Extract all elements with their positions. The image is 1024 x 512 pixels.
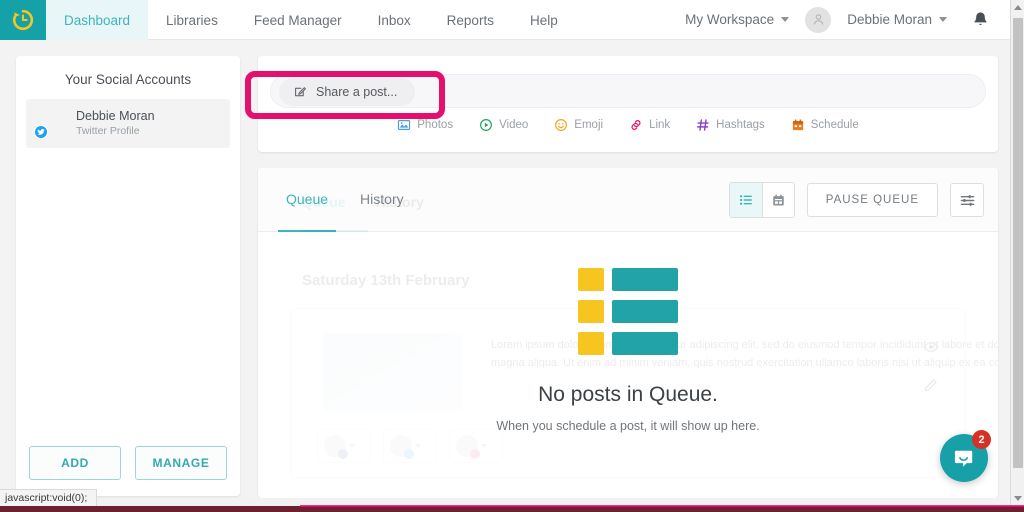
composer-input[interactable]: Share a post... [270,74,986,108]
account-name: Debbie Moran [76,109,155,123]
empty-icon-row [578,331,678,355]
nav-right-group: My Workspace Debbie Moran [675,0,1010,39]
chevron-down-icon [939,17,947,22]
nav-item-inbox[interactable]: Inbox [360,0,429,40]
social-account-item[interactable]: Debbie Moran Twitter Profile [26,99,230,148]
user-menu-dropdown[interactable]: Debbie Moran [799,6,957,33]
composer-tool-photos[interactable]: Photos [397,118,453,132]
top-navigation-bar: Dashboard Libraries Feed Manager Inbox R… [0,0,1010,40]
app-root: Dashboard Libraries Feed Manager Inbox R… [0,0,1010,498]
nav-item-feed-manager[interactable]: Feed Manager [236,0,360,40]
notifications-button[interactable] [957,10,994,29]
empty-icon-bar [612,299,678,323]
browser-status-bar: javascript:void(0); [0,489,98,506]
empty-icon-row [578,267,678,291]
empty-icon-bar [612,331,678,355]
nav-item-help[interactable]: Help [512,0,576,40]
composer-card: Share a post... Photos Video Emoji Link … [258,56,998,152]
workspace-label: My Workspace [685,12,775,27]
empty-icon-square [578,331,604,355]
social-accounts-panel: Your Social Accounts Debbie Moran Twitte… [16,56,240,496]
tool-label: Photos [417,119,454,131]
empty-state-list-icon [578,267,678,355]
user-name-label: Debbie Moran [847,12,932,27]
share-a-post-button[interactable]: Share a post... [279,78,416,106]
tool-label: Video [499,119,529,131]
intercom-unread-badge: 2 [972,430,991,449]
hashtag-icon [697,119,709,131]
bottom-pink-accent [300,505,1024,507]
nav-item-libraries[interactable]: Libraries [148,0,236,40]
account-avatar-wrap [34,108,66,140]
avatar [805,6,832,33]
clock-recycle-icon [12,9,34,31]
chevron-up-icon [1014,4,1022,10]
play-icon [480,119,493,131]
account-text-block: Debbie Moran Twitter Profile [76,108,155,139]
nav-item-reports[interactable]: Reports [429,0,512,40]
chevron-down-icon [1014,495,1022,501]
sidebar-actions: ADD MANAGE [16,446,240,480]
twitter-bird-glyph [37,129,45,136]
nav-label: Libraries [166,12,218,28]
bell-icon [974,12,987,26]
image-icon [398,120,411,130]
manage-accounts-button[interactable]: MANAGE [135,446,227,480]
chevron-down-icon [781,17,790,22]
add-account-button[interactable]: ADD [29,446,121,480]
link-icon [631,120,641,130]
chat-bubble-icon [954,450,972,467]
panel-title: Your Social Accounts [64,72,192,87]
nav-label: Feed Manager [253,12,342,28]
user-avatar-icon [813,14,823,25]
vertical-scrollbar[interactable] [1010,0,1024,505]
intercom-chat-launcher[interactable]: 2 [940,430,991,482]
app-logo[interactable] [0,0,46,40]
nav-label: Reports [446,12,494,28]
status-bar-text: javascript:void(0); [5,492,88,504]
workspace-dropdown[interactable]: My Workspace [675,12,799,27]
empty-state-title: No posts in Queue. [538,382,718,406]
composer-tool-link[interactable]: Link [629,118,670,132]
scrollbar-up-arrow[interactable] [1011,0,1024,14]
composer-tool-emoji[interactable]: Emoji [554,118,603,132]
nav-label: Help [529,12,558,28]
tool-label: Link [649,119,671,131]
composer-tool-schedule[interactable]: Schedule [791,118,859,132]
empty-state-subtitle: When you schedule a post, it will show u… [496,418,760,433]
tool-label: Hashtags [716,119,765,131]
account-type: Twitter Profile [76,125,140,138]
nav-label: Dashboard [64,12,131,28]
empty-icon-square [578,267,604,291]
twitter-icon [34,125,48,140]
nav-label: Inbox [377,12,411,28]
share-a-post-label: Share a post... [316,85,398,99]
smiley-icon [555,119,568,131]
empty-icon-row [578,299,678,323]
compose-pencil-icon [295,87,306,97]
queue-empty-state: No posts in Queue. When you schedule a p… [258,168,998,498]
composer-toolbar: Photos Video Emoji Link Hashtags Schedul… [258,118,998,132]
composer-tool-video[interactable]: Video [479,118,528,132]
composer-tool-hashtags[interactable]: Hashtags [696,118,765,132]
nav-item-dashboard[interactable]: Dashboard [46,0,149,40]
tool-label: Emoji [574,119,604,131]
empty-icon-square [578,299,604,323]
scrollbar-thumb[interactable] [1013,18,1023,468]
calendar-icon [792,119,803,131]
scrollbar-down-arrow[interactable] [1011,491,1024,505]
empty-icon-bar [612,267,678,291]
tool-label: Schedule [810,119,859,131]
queue-card: Queue History PAUSE QUEUE Saturday 13th … [258,168,998,498]
nav-items: Dashboard Libraries Feed Manager Inbox R… [46,0,576,40]
